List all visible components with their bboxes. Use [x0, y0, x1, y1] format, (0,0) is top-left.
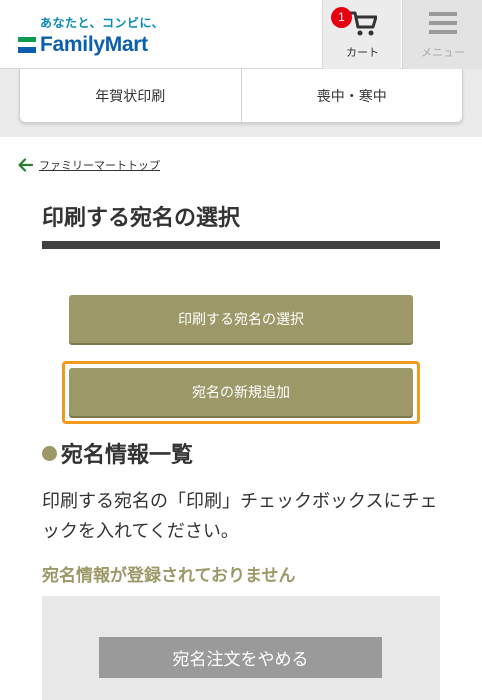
tab-new-year-cards[interactable]: 年賀状印刷 [20, 69, 241, 122]
bullet-icon [42, 445, 57, 461]
logo-tagline: あなたと、コンビに、 [40, 16, 165, 30]
breadcrumb-top-link[interactable]: ファミリーマートトップ [39, 157, 160, 173]
add-address-button[interactable]: 宛名の新規追加 [69, 368, 413, 416]
cart-button[interactable]: 1 カート [322, 0, 401, 69]
title-divider [42, 241, 440, 249]
tab-mourning-cards[interactable]: 喪中・寒中 [240, 69, 463, 122]
cart-icon [350, 11, 377, 36]
header: あなたと、コンビに、 FamilyMart 1 カート メニュー [0, 0, 482, 69]
instruction-text: 印刷する宛名の「印刷」チェックボックスにチェックを入れてください。 [42, 491, 438, 542]
arrow-left-icon [18, 158, 33, 172]
cancel-order-button[interactable]: 宛名注文をやめる [99, 637, 382, 678]
empty-list-message: 宛名情報が登録されておりません [42, 566, 296, 586]
logo-mark-icon [18, 37, 36, 53]
page-title: 印刷する宛名の選択 [42, 206, 241, 231]
cart-count-badge: 1 [331, 7, 352, 28]
logo-brand: FamilyMart [40, 33, 148, 56]
breadcrumb: ファミリーマートトップ [18, 157, 160, 173]
select-address-button[interactable]: 印刷する宛名の選択 [69, 295, 413, 343]
category-tabs: 年賀状印刷 喪中・寒中 [19, 69, 463, 123]
menu-label: メニュー [421, 46, 465, 59]
section-heading: 宛名情報一覧 [42, 437, 193, 469]
cart-label: カート [346, 46, 379, 59]
hamburger-icon [429, 12, 457, 36]
menu-button[interactable]: メニュー [402, 0, 482, 69]
familymart-logo[interactable]: あなたと、コンビに、 FamilyMart [18, 14, 178, 60]
section-heading-text: 宛名情報一覧 [61, 443, 194, 468]
